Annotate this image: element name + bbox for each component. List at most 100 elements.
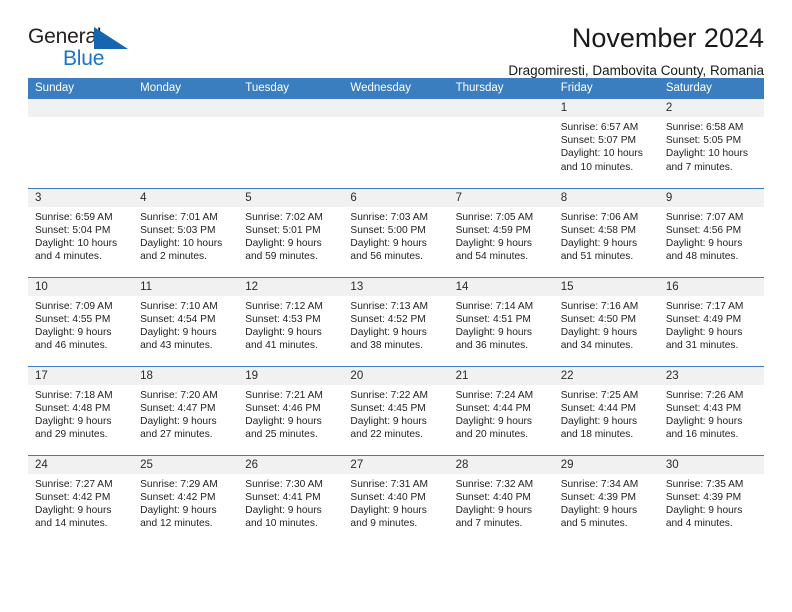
day-sunrise-text: Sunrise: 7:34 AM bbox=[560, 478, 639, 490]
calendar-day-cell[interactable]: 19 Sunrise: 7:21 AM Sunset: 4:46 PM Dayligh… bbox=[238, 365, 344, 455]
day-daylight-line2-text: and 25 minutes. bbox=[245, 429, 318, 441]
calendar-day-cell[interactable]: 21 Sunrise: 7:24 AM Sunset: 4:44 PM Dayligh… bbox=[448, 365, 554, 455]
day-daylight-line2-text: and 41 minutes. bbox=[245, 340, 318, 352]
calendar-day-cell[interactable]: 5 Sunrise: 7:02 AM Sunset: 5:01 PM Daylight… bbox=[238, 187, 344, 277]
day-sun-info bbox=[343, 117, 448, 121]
day-sunset-text: Sunset: 4:39 PM bbox=[665, 491, 742, 503]
calendar-day-cell[interactable]: 3 Sunrise: 6:59 AM Sunset: 5:04 PM Daylight… bbox=[28, 187, 134, 277]
day-sunset-text: Sunset: 4:39 PM bbox=[560, 491, 637, 503]
calendar-day-cell[interactable]: 9 Sunrise: 7:07 AM Sunset: 4:56 PM Daylight… bbox=[658, 187, 764, 277]
day-sunset-text: Sunset: 4:51 PM bbox=[455, 313, 531, 325]
calendar-day-cell[interactable]: 28 Sunrise: 7:32 AM Sunset: 4:40 PM Dayligh… bbox=[448, 454, 554, 544]
calendar-day-cell[interactable]: 6 Sunrise: 7:03 AM Sunset: 5:00 PM Daylight… bbox=[343, 187, 449, 277]
calendar-day-cell[interactable]: 12 Sunrise: 7:12 AM Sunset: 4:53 PM Dayligh… bbox=[238, 276, 344, 366]
calendar-day-cell[interactable]: 1 Sunrise: 6:57 AM Sunset: 5:07 PM Daylight… bbox=[553, 99, 659, 188]
page-title: November 2024 bbox=[571, 23, 764, 53]
day-sunset-text: Sunset: 4:46 PM bbox=[245, 402, 321, 414]
day-sun-info: Sunrise: 7:26 AM Sunset: 4:43 PM Daylight:… bbox=[659, 385, 764, 442]
calendar-day-cell[interactable]: 15 Sunrise: 7:16 AM Sunset: 4:50 PM Dayligh… bbox=[553, 276, 659, 366]
day-cell-content: 15 Sunrise: 7:16 AM Sunset: 4:50 PM Dayligh… bbox=[553, 277, 659, 366]
day-number bbox=[238, 99, 344, 117]
day-number: 30 bbox=[658, 455, 764, 474]
calendar-day-cell[interactable]: 30 Sunrise: 7:35 AM Sunset: 4:39 PM Dayligh… bbox=[658, 454, 764, 544]
day-daylight-line1-text: Daylight: 9 hours bbox=[245, 326, 322, 338]
day-number: 27 bbox=[343, 455, 449, 474]
weekday-header-friday: Friday bbox=[553, 78, 659, 99]
day-number: 2 bbox=[658, 99, 764, 117]
day-sunset-text: Sunset: 4:55 PM bbox=[35, 313, 111, 325]
day-sun-info: Sunrise: 7:34 AM Sunset: 4:39 PM Daylight:… bbox=[554, 474, 659, 531]
day-number: 13 bbox=[343, 277, 449, 296]
day-sunset-text: Sunset: 5:00 PM bbox=[350, 224, 426, 236]
calendar-day-cell-empty bbox=[133, 99, 239, 188]
day-sun-info: Sunrise: 6:57 AM Sunset: 5:07 PM Daylight:… bbox=[554, 117, 659, 174]
day-daylight-line1-text: Daylight: 9 hours bbox=[35, 415, 112, 427]
day-number: 18 bbox=[133, 366, 239, 385]
day-daylight-line2-text: and 31 minutes. bbox=[665, 340, 739, 352]
day-daylight-line2-text: and 56 minutes. bbox=[350, 251, 423, 263]
day-number: 22 bbox=[553, 366, 659, 385]
day-sunrise-text: Sunrise: 7:05 AM bbox=[455, 211, 534, 223]
calendar-day-cell[interactable]: 25 Sunrise: 7:29 AM Sunset: 4:42 PM Dayligh… bbox=[133, 454, 239, 544]
day-sunrise-text: Sunrise: 7:35 AM bbox=[665, 478, 744, 490]
day-cell-content: 19 Sunrise: 7:21 AM Sunset: 4:46 PM Dayligh… bbox=[238, 366, 344, 455]
day-cell-content: 29 Sunrise: 7:34 AM Sunset: 4:39 PM Dayligh… bbox=[553, 455, 659, 545]
day-daylight-line2-text: and 34 minutes. bbox=[560, 340, 634, 352]
calendar-day-cell[interactable]: 13 Sunrise: 7:13 AM Sunset: 4:52 PM Dayligh… bbox=[343, 276, 449, 366]
calendar-day-cell[interactable]: 20 Sunrise: 7:22 AM Sunset: 4:45 PM Dayligh… bbox=[343, 365, 449, 455]
day-sun-info: Sunrise: 7:25 AM Sunset: 4:44 PM Daylight:… bbox=[554, 385, 659, 442]
calendar-page: General Blue November 2024 Dragomiresti,… bbox=[0, 0, 792, 612]
day-number: 9 bbox=[658, 188, 764, 207]
calendar-day-cell[interactable]: 23 Sunrise: 7:26 AM Sunset: 4:43 PM Dayligh… bbox=[658, 365, 764, 455]
day-sun-info: Sunrise: 7:17 AM Sunset: 4:49 PM Daylight:… bbox=[659, 296, 764, 353]
day-daylight-line2-text: and 10 minutes. bbox=[245, 518, 318, 530]
day-sunrise-text: Sunrise: 7:22 AM bbox=[350, 389, 429, 401]
calendar-day-cell[interactable]: 24 Sunrise: 7:27 AM Sunset: 4:42 PM Dayligh… bbox=[28, 454, 134, 544]
calendar-day-cell[interactable]: 10 Sunrise: 7:09 AM Sunset: 4:55 PM Dayligh… bbox=[28, 276, 134, 366]
calendar-day-cell[interactable]: 2 Sunrise: 6:58 AM Sunset: 5:05 PM Daylight… bbox=[658, 99, 764, 188]
logo-text-general: General bbox=[28, 25, 102, 48]
day-sunrise-text: Sunrise: 7:01 AM bbox=[140, 211, 218, 223]
calendar-day-cell[interactable]: 17 Sunrise: 7:18 AM Sunset: 4:48 PM Dayligh… bbox=[28, 365, 134, 455]
calendar-day-cell[interactable]: 4 Sunrise: 7:01 AM Sunset: 5:03 PM Daylight… bbox=[133, 187, 239, 277]
day-cell-content: 17 Sunrise: 7:18 AM Sunset: 4:48 PM Dayligh… bbox=[28, 366, 134, 455]
day-number: 3 bbox=[28, 188, 134, 207]
calendar-day-cell[interactable]: 16 Sunrise: 7:17 AM Sunset: 4:49 PM Dayligh… bbox=[658, 276, 764, 366]
day-cell-content: 8 Sunrise: 7:06 AM Sunset: 4:58 PM Daylight… bbox=[553, 188, 659, 277]
day-number bbox=[343, 99, 449, 117]
day-sunrise-text: Sunrise: 7:27 AM bbox=[35, 478, 113, 490]
day-sunset-text: Sunset: 4:40 PM bbox=[455, 491, 531, 503]
day-sunrise-text: Sunrise: 7:21 AM bbox=[245, 389, 323, 401]
day-daylight-line2-text: and 51 minutes. bbox=[560, 251, 634, 263]
day-sun-info: Sunrise: 7:10 AM Sunset: 4:54 PM Daylight:… bbox=[133, 296, 238, 353]
day-daylight-line2-text: and 43 minutes. bbox=[140, 340, 213, 352]
general-blue-logo[interactable]: General Blue bbox=[28, 24, 148, 76]
day-sunset-text: Sunset: 4:52 PM bbox=[350, 313, 426, 325]
calendar-day-cell[interactable]: 7 Sunrise: 7:05 AM Sunset: 4:59 PM Daylight… bbox=[448, 187, 554, 277]
day-daylight-line1-text: Daylight: 10 hours bbox=[35, 237, 118, 249]
calendar-day-cell[interactable]: 26 Sunrise: 7:30 AM Sunset: 4:41 PM Dayligh… bbox=[238, 454, 344, 544]
day-sun-info: Sunrise: 7:24 AM Sunset: 4:44 PM Daylight:… bbox=[449, 385, 554, 442]
calendar-day-cell[interactable]: 18 Sunrise: 7:20 AM Sunset: 4:47 PM Dayligh… bbox=[133, 365, 239, 455]
calendar-day-cell[interactable]: 22 Sunrise: 7:25 AM Sunset: 4:44 PM Dayligh… bbox=[553, 365, 659, 455]
calendar-day-cell[interactable]: 11 Sunrise: 7:10 AM Sunset: 4:54 PM Dayligh… bbox=[133, 276, 239, 366]
calendar-week-row: 1 Sunrise: 6:57 AM Sunset: 5:07 PM Daylight… bbox=[28, 99, 764, 188]
weekday-header-monday: Monday bbox=[133, 78, 239, 99]
day-daylight-line2-text: and 7 minutes. bbox=[665, 161, 733, 173]
calendar-day-cell[interactable]: 27 Sunrise: 7:31 AM Sunset: 4:40 PM Dayligh… bbox=[343, 454, 449, 544]
calendar-week-row: 10 Sunrise: 7:09 AM Sunset: 4:55 PM Dayligh… bbox=[28, 276, 764, 366]
day-daylight-line2-text: and 7 minutes. bbox=[455, 518, 523, 530]
day-sun-info: Sunrise: 7:01 AM Sunset: 5:03 PM Daylight:… bbox=[133, 207, 238, 264]
calendar-day-cell[interactable]: 8 Sunrise: 7:06 AM Sunset: 4:58 PM Daylight… bbox=[553, 187, 659, 277]
calendar-day-cell-empty bbox=[343, 99, 449, 188]
weekday-header-saturday: Saturday bbox=[658, 78, 764, 99]
day-daylight-line2-text: and 2 minutes. bbox=[140, 251, 207, 263]
calendar-day-cell[interactable]: 29 Sunrise: 7:34 AM Sunset: 4:39 PM Dayligh… bbox=[553, 454, 659, 545]
day-daylight-line2-text: and 59 minutes. bbox=[245, 251, 318, 263]
day-number: 17 bbox=[28, 366, 134, 385]
day-sun-info: Sunrise: 7:07 AM Sunset: 4:56 PM Daylight:… bbox=[659, 207, 764, 264]
calendar-day-cell[interactable]: 14 Sunrise: 7:14 AM Sunset: 4:51 PM Dayligh… bbox=[448, 276, 554, 366]
day-sun-info bbox=[238, 117, 343, 121]
day-daylight-line1-text: Daylight: 9 hours bbox=[665, 415, 743, 427]
day-number: 26 bbox=[238, 455, 344, 474]
